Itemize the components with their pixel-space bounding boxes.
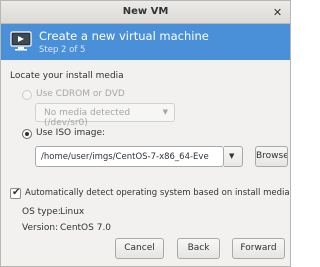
wizard-step: Step 2 of 5 xyxy=(39,45,86,55)
iso-radio-label: Use ISO image: xyxy=(36,128,106,138)
iso-path-value: /home/user/imgs/CentOS-7-x86_64-Eve xyxy=(41,152,209,162)
version-label: Version: xyxy=(22,223,59,233)
cancel-button[interactable]: Cancel xyxy=(115,238,164,259)
browse-button-label: Browse... xyxy=(256,151,288,161)
install-media-label: Locate your install media xyxy=(10,71,124,81)
chevron-down-icon: ▼ xyxy=(162,108,168,116)
wizard-header: Create a new virtual machine Step 2 of 5 xyxy=(1,24,290,60)
vm-monitor-icon xyxy=(10,31,32,51)
iso-radio[interactable] xyxy=(22,129,32,139)
browse-button[interactable]: Browse... xyxy=(255,146,288,167)
cancel-button-label: Cancel xyxy=(124,243,155,253)
chevron-down-icon: ▼ xyxy=(229,152,235,160)
os-type-value: Linux xyxy=(60,207,85,217)
auto-detect-checkbox[interactable]: ✔ xyxy=(10,187,21,199)
os-type-label: OS type: xyxy=(22,207,61,217)
wizard-content: Locate your install media Use CDROM or D… xyxy=(1,60,290,236)
forward-button[interactable]: Forward xyxy=(232,238,285,259)
new-vm-window: New VM ✕ Create a new virtual machine St… xyxy=(0,0,291,267)
back-button[interactable]: Back xyxy=(177,238,220,259)
forward-button-label: Forward xyxy=(240,243,277,253)
checkmark-icon: ✔ xyxy=(12,187,21,198)
window-title: New VM xyxy=(122,6,169,17)
cdrom-device-combo[interactable]: No media detected (/dev/sr0) ▼ xyxy=(35,103,175,128)
auto-detect-label: Automatically detect operating system ba… xyxy=(25,188,290,198)
close-icon[interactable]: ✕ xyxy=(270,5,285,20)
iso-path-field[interactable]: /home/user/imgs/CentOS-7-x86_64-Eve xyxy=(35,146,224,167)
wizard-title: Create a new virtual machine xyxy=(39,29,209,43)
back-button-label: Back xyxy=(187,243,210,253)
version-value: CentOS 7.0 xyxy=(60,223,112,233)
cdrom-radio[interactable] xyxy=(22,90,32,100)
iso-path-dropdown-button[interactable]: ▼ xyxy=(224,146,243,167)
titlebar: New VM ✕ xyxy=(1,1,290,24)
cdrom-device-value: No media detected (/dev/sr0) xyxy=(44,108,131,128)
cdrom-radio-label: Use CDROM or DVD xyxy=(36,89,125,99)
